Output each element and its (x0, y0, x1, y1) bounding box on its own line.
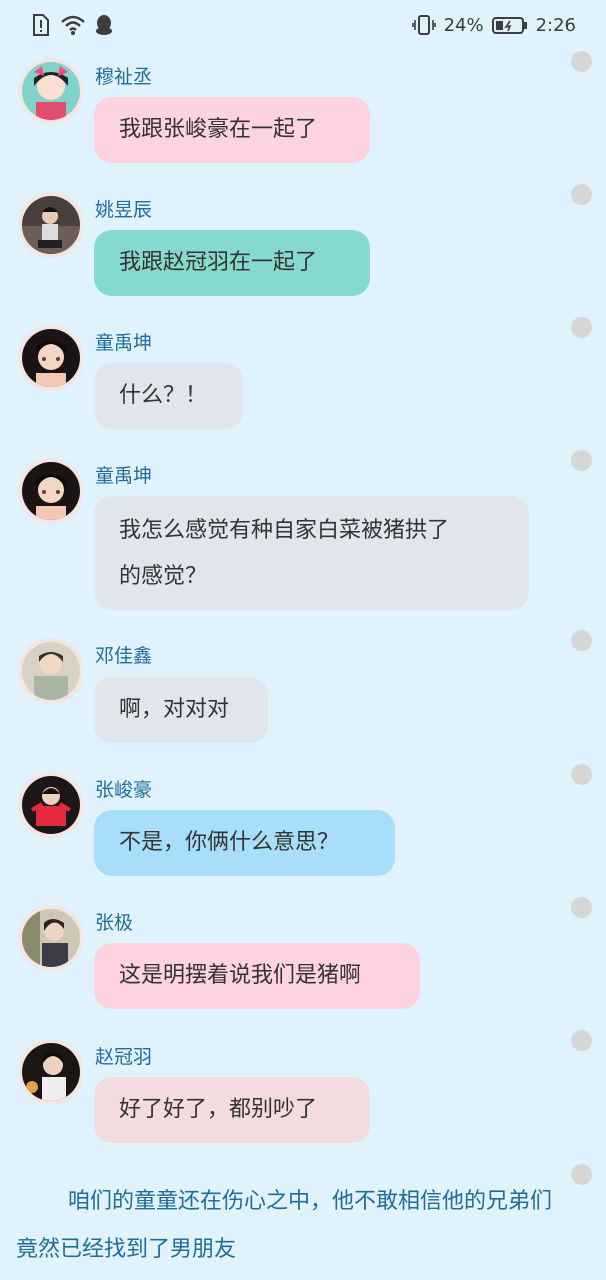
message-bubble[interactable]: 我跟张峻豪在一起了 (94, 97, 370, 163)
vibrate-icon (411, 14, 436, 36)
battery-icon (491, 14, 528, 36)
message-text-line: 我怎么感觉有种自家白菜被猪拱了 (119, 518, 450, 543)
avatar[interactable] (18, 325, 84, 391)
message-bubble[interactable]: 我怎么感觉有种自家白菜被猪拱了 的感觉？ (94, 496, 529, 610)
sender-name: 童禹坤 (95, 332, 153, 354)
message-bubble[interactable]: 啊，对对对 (94, 677, 268, 743)
wifi-icon (60, 14, 86, 36)
message-dot[interactable] (571, 51, 592, 72)
avatar[interactable] (18, 192, 84, 258)
sender-name: 穆祉丞 (95, 66, 153, 88)
avatar[interactable] (18, 58, 84, 124)
message-dot[interactable] (571, 184, 592, 205)
narration-text: 咱们的童童还在伤心之中，他不敢相信他的兄弟们竟然已经找到了男朋友 (16, 1189, 553, 1262)
message-dot[interactable] (571, 1030, 592, 1051)
qq-penguin-icon (94, 14, 114, 36)
message-dot[interactable] (571, 897, 592, 918)
message-bubble[interactable]: 我跟赵冠羽在一起了 (94, 230, 370, 296)
message-bubble[interactable]: 好了好了，都别吵了 (94, 1077, 370, 1143)
message-dot[interactable] (571, 764, 592, 785)
avatar[interactable] (18, 772, 84, 838)
sender-name: 赵冠羽 (95, 1046, 153, 1068)
sim-alert-icon (32, 14, 52, 36)
message-bubble[interactable]: 什么？！ (94, 363, 243, 429)
narration-dot[interactable] (571, 1164, 592, 1185)
message-bubble[interactable]: 不是，你俩什么意思？ (94, 810, 395, 876)
message-dot[interactable] (571, 450, 592, 471)
avatar[interactable] (18, 638, 84, 704)
battery-percent: 24% (443, 14, 484, 36)
sender-name: 童禹坤 (95, 465, 153, 487)
chat-screen: 24% 2:26 穆祉丞 我跟张峻豪在一起了 姚昱辰 我跟赵冠羽在一起了 童禹坤… (0, 0, 606, 1280)
status-bar: 24% 2:26 (0, 0, 606, 52)
message-bubble[interactable]: 这是明摆着说我们是猪啊 (94, 943, 420, 1009)
clock-time: 2:26 (535, 14, 576, 36)
message-dot[interactable] (571, 630, 592, 651)
sender-name: 邓佳鑫 (95, 645, 153, 667)
message-text-line: 的感觉？ (119, 564, 208, 589)
sender-name: 张极 (95, 912, 134, 934)
sender-name: 张峻豪 (95, 779, 153, 801)
message-dot[interactable] (571, 317, 592, 338)
sender-name: 姚昱辰 (95, 199, 153, 221)
avatar[interactable] (18, 905, 84, 971)
avatar[interactable] (18, 1039, 84, 1105)
avatar[interactable] (18, 458, 84, 524)
